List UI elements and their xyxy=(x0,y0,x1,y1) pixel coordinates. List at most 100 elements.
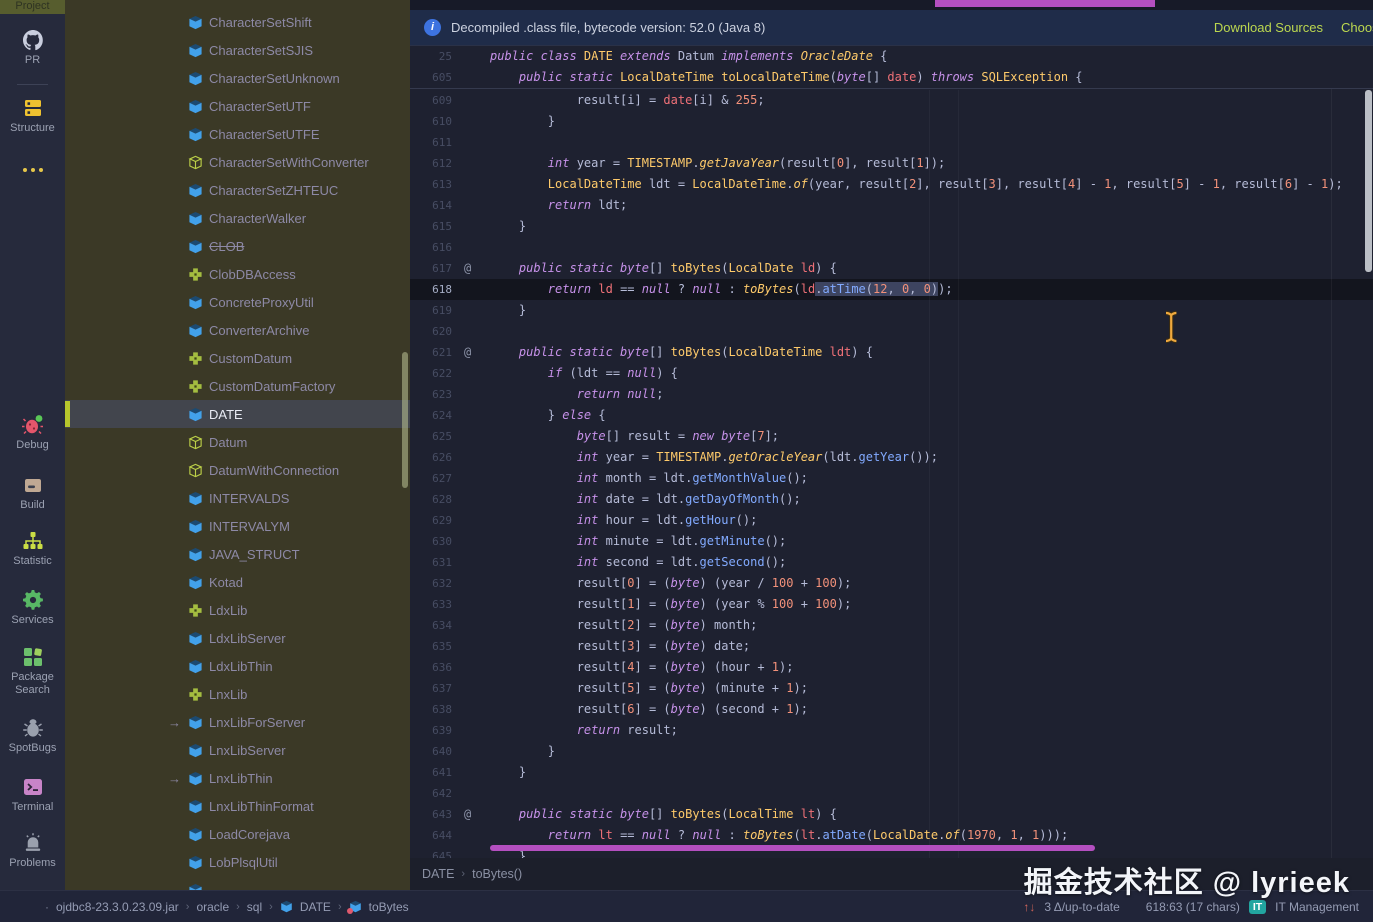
code-line-612[interactable]: 612 int year = TIMESTAMP.getJavaYear(res… xyxy=(410,153,1373,174)
download-sources-link[interactable]: Download Sources xyxy=(1214,10,1323,46)
tree-item-LnxLibForServer[interactable]: →LnxLibForServer xyxy=(65,708,410,736)
code-line-623[interactable]: 623 return null; xyxy=(410,384,1373,405)
line-number[interactable]: 628 xyxy=(410,489,460,510)
vertical-scrollbar[interactable] xyxy=(1365,90,1372,272)
code-line-620[interactable]: 620 xyxy=(410,321,1373,342)
code-line-643[interactable]: 643@ public static byte[] toBytes(LocalT… xyxy=(410,804,1373,825)
line-number[interactable]: 609 xyxy=(410,90,460,111)
code-line-615[interactable]: 615 } xyxy=(410,216,1373,237)
stripe-item-build[interactable]: Build xyxy=(0,473,65,512)
code-line-637[interactable]: 637 result[5] = (byte) (minute + 1); xyxy=(410,678,1373,699)
line-number[interactable]: 618 xyxy=(410,279,460,300)
code-line-616[interactable]: 616 xyxy=(410,237,1373,258)
status-jar[interactable]: ojdbc8-23.3.0.23.09.jar xyxy=(56,900,179,914)
tree-item-CharacterSetShift[interactable]: CharacterSetShift xyxy=(65,8,410,36)
code-line-619[interactable]: 619 } xyxy=(410,300,1373,321)
line-number[interactable]: 611 xyxy=(410,132,460,153)
line-number[interactable]: 626 xyxy=(410,447,460,468)
stripe-item-more[interactable] xyxy=(0,158,65,182)
line-number[interactable]: 610 xyxy=(410,111,460,132)
code-line-25[interactable]: 25public class DATE extends Datum implem… xyxy=(410,46,1373,67)
code-line-618[interactable]: 618 return ld == null ? null : toBytes(l… xyxy=(410,279,1373,300)
tree-item-LnxLibThinFormat[interactable]: LnxLibThinFormat xyxy=(65,792,410,820)
tree-item-CustomDatumFactory[interactable]: CustomDatumFactory xyxy=(65,372,410,400)
line-number[interactable]: 617 xyxy=(410,258,460,279)
code-line-610[interactable]: 610 } xyxy=(410,111,1373,132)
code-line-630[interactable]: 630 int minute = ldt.getMinute(); xyxy=(410,531,1373,552)
line-number[interactable]: 641 xyxy=(410,762,460,783)
stripe-item-services[interactable]: Services xyxy=(0,588,65,627)
editor[interactable]: i Decompiled .class file, bytecode versi… xyxy=(410,0,1373,890)
line-number[interactable]: 644 xyxy=(410,825,460,846)
code-line-605[interactable]: 605 public static LocalDateTime toLocalD… xyxy=(410,67,1373,88)
tree-item-Datum[interactable]: Datum xyxy=(65,428,410,456)
tree-item-LoadCorejava[interactable]: LoadCorejava xyxy=(65,820,410,848)
tree-item-DatumWithConnection[interactable]: DatumWithConnection xyxy=(65,456,410,484)
line-number[interactable]: 636 xyxy=(410,657,460,678)
tree-item-INTERVALDS[interactable]: INTERVALDS xyxy=(65,484,410,512)
code-line-627[interactable]: 627 int month = ldt.getMonthValue(); xyxy=(410,468,1373,489)
breadcrumb-method[interactable]: toBytes() xyxy=(472,867,522,881)
tree-item[interactable] xyxy=(65,876,410,890)
line-number[interactable]: 637 xyxy=(410,678,460,699)
tree-item-INTERVALYM[interactable]: INTERVALYM xyxy=(65,512,410,540)
line-number[interactable]: 632 xyxy=(410,573,460,594)
line-number[interactable]: 620 xyxy=(410,321,460,342)
line-number[interactable]: 625 xyxy=(410,426,460,447)
tree-item-LobPlsqlUtil[interactable]: LobPlsqlUtil xyxy=(65,848,410,876)
vcs-status[interactable]: 3 Δ/up-to-date xyxy=(1044,900,1119,914)
line-number[interactable]: 613 xyxy=(410,174,460,195)
line-number[interactable]: 624 xyxy=(410,405,460,426)
tree-item-LnxLibThin[interactable]: →LnxLibThin xyxy=(65,764,410,792)
tab-project[interactable]: Project xyxy=(0,0,65,14)
status-path-sql[interactable]: sql xyxy=(247,900,262,914)
horizontal-scrollbar[interactable] xyxy=(490,845,1095,851)
line-number[interactable]: 627 xyxy=(410,468,460,489)
tree-item-CharacterWalker[interactable]: CharacterWalker xyxy=(65,204,410,232)
line-number[interactable]: 621 xyxy=(410,342,460,363)
line-number[interactable]: 643 xyxy=(410,804,460,825)
tree-item-LdxLibThin[interactable]: LdxLibThin xyxy=(65,652,410,680)
code-line-622[interactable]: 622 if (ldt == null) { xyxy=(410,363,1373,384)
stripe-item-pr[interactable]: PR xyxy=(0,28,65,67)
code-line-628[interactable]: 628 int date = ldt.getDayOfMonth(); xyxy=(410,489,1373,510)
line-number[interactable]: 619 xyxy=(410,300,460,321)
code-line-642[interactable]: 642 xyxy=(410,783,1373,804)
code-line-626[interactable]: 626 int year = TIMESTAMP.getOracleYear(l… xyxy=(410,447,1373,468)
tree-item-LdxLibServer[interactable]: LdxLibServer xyxy=(65,624,410,652)
code-area[interactable]: 609 result[i] = date[i] & 255;610 }61161… xyxy=(410,90,1373,858)
tree-item-CustomDatum[interactable]: CustomDatum xyxy=(65,344,410,372)
tree-item-ClobDBAccess[interactable]: ClobDBAccess xyxy=(65,260,410,288)
tree-item-CLOB[interactable]: CLOB xyxy=(65,232,410,260)
line-number[interactable]: 612 xyxy=(410,153,460,174)
status-path-oracle[interactable]: oracle xyxy=(196,900,229,914)
line-number[interactable]: 615 xyxy=(410,216,460,237)
code-line-613[interactable]: 613 LocalDateTime ldt = LocalDateTime.of… xyxy=(410,174,1373,195)
tree-item-CharacterSetUnknown[interactable]: CharacterSetUnknown xyxy=(65,64,410,92)
code-line-617[interactable]: 617@ public static byte[] toBytes(LocalD… xyxy=(410,258,1373,279)
code-line-639[interactable]: 639 return result; xyxy=(410,720,1373,741)
choose-sources-link[interactable]: Choose Sources xyxy=(1341,10,1373,46)
stripe-item-structure[interactable]: Structure xyxy=(0,96,65,135)
line-number[interactable]: 631 xyxy=(410,552,460,573)
status-path-class[interactable]: DATE xyxy=(300,900,331,914)
line-number[interactable]: 629 xyxy=(410,510,460,531)
line-number[interactable]: 640 xyxy=(410,741,460,762)
code-line-644[interactable]: 644 return lt == null ? null : toBytes(l… xyxy=(410,825,1373,846)
stripe-item-package-search[interactable]: Package Search xyxy=(0,645,65,697)
line-number[interactable]: 639 xyxy=(410,720,460,741)
tree-item-LnxLib[interactable]: LnxLib xyxy=(65,680,410,708)
line-number[interactable]: 25 xyxy=(410,46,460,67)
code-line-624[interactable]: 624 } else { xyxy=(410,405,1373,426)
code-line-638[interactable]: 638 result[6] = (byte) (second + 1); xyxy=(410,699,1373,720)
code-line-614[interactable]: 614 return ldt; xyxy=(410,195,1373,216)
line-number[interactable]: 605 xyxy=(410,67,460,88)
code-line-621[interactable]: 621@ public static byte[] toBytes(LocalD… xyxy=(410,342,1373,363)
code-line-609[interactable]: 609 result[i] = date[i] & 255; xyxy=(410,90,1373,111)
line-number[interactable]: 616 xyxy=(410,237,460,258)
stripe-item-statistic[interactable]: Statistic xyxy=(0,529,65,568)
tree-item-CharacterSetZHTEUC[interactable]: CharacterSetZHTEUC xyxy=(65,176,410,204)
stripe-item-problems[interactable]: Problems xyxy=(0,831,65,870)
line-number[interactable]: 642 xyxy=(410,783,460,804)
line-number[interactable]: 633 xyxy=(410,594,460,615)
